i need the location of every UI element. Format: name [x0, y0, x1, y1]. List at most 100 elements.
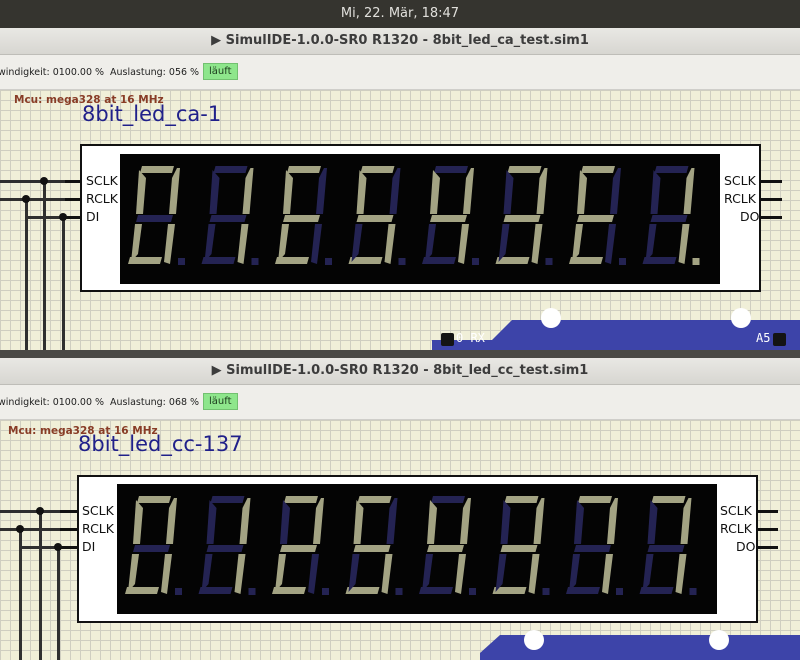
- segment-g: [353, 545, 391, 552]
- segment-a: [654, 166, 689, 173]
- pin-sclk-out: SCLK: [720, 503, 752, 518]
- window-title[interactable]: ▶ SimulIDE-1.0.0-SR0 R1320 - 8bit_led_cc…: [0, 358, 800, 385]
- segment-dp: [616, 588, 623, 595]
- simulide-window-ca: ▶ SimulIDE-1.0.0-SR0 R1320 - 8bit_led_ca…: [0, 28, 800, 350]
- arduino-pin-label-rx: 0 RX: [456, 331, 485, 345]
- wire: [62, 216, 65, 350]
- segment-g: [280, 545, 317, 552]
- digit-5: [422, 166, 479, 265]
- pin-line: [760, 216, 782, 219]
- segment-f: [577, 170, 587, 214]
- junction-dot: [40, 177, 48, 185]
- segment-f: [430, 170, 440, 214]
- component-name[interactable]: 8bit_led_ca-1: [82, 102, 221, 126]
- segment-a: [210, 496, 245, 503]
- wire: [19, 528, 22, 660]
- window-gap: [0, 350, 800, 358]
- mounting-hole: [541, 308, 561, 328]
- segment-b: [463, 168, 474, 214]
- segment-e: [131, 224, 142, 262]
- segment-a: [287, 166, 321, 173]
- pin-sclk-in: SCLK: [82, 503, 114, 518]
- segment-dp: [692, 258, 700, 265]
- pin-rclk-out: RCLK: [720, 521, 752, 536]
- segment-c: [458, 224, 469, 264]
- pin-line: [760, 198, 782, 201]
- segment-a: [434, 166, 468, 173]
- digit-5: [419, 496, 476, 595]
- segment-b: [166, 498, 177, 544]
- segment-f: [283, 170, 293, 214]
- status-bar: windigkeit: 0100.00 % Auslastung: 056 % …: [0, 55, 800, 90]
- segment-e: [572, 224, 583, 262]
- digit-4: [348, 166, 406, 265]
- pin-line: [60, 546, 78, 549]
- segment-f: [133, 500, 143, 544]
- segment-e: [425, 224, 436, 262]
- seven-segment-display: [117, 484, 717, 614]
- segment-c: [384, 224, 396, 264]
- segment-g: [500, 545, 538, 552]
- segment-g: [430, 215, 467, 222]
- segment-c: [531, 224, 543, 264]
- segment-f: [356, 170, 367, 214]
- segment-e: [351, 224, 363, 262]
- segment-f: [500, 500, 511, 544]
- pin-di: DI: [82, 539, 96, 554]
- segment-c: [381, 554, 393, 594]
- segment-e: [275, 554, 286, 592]
- run-status-badge: läuft: [203, 63, 238, 80]
- segment-g: [209, 215, 247, 222]
- mounting-hole: [731, 308, 751, 328]
- segment-b: [169, 168, 180, 214]
- segment-f: [136, 170, 146, 214]
- pin-sclk-in: SCLK: [86, 173, 118, 188]
- segment-f: [574, 500, 584, 544]
- segment-e: [498, 224, 510, 262]
- segment-f: [209, 170, 220, 214]
- segment-e: [569, 554, 580, 592]
- segment-c: [234, 554, 246, 594]
- top-panel-clock[interactable]: Mi, 22. Mär, 18:47: [0, 0, 800, 28]
- pin-line: [65, 216, 81, 219]
- digit-array: [128, 166, 700, 265]
- window-title[interactable]: ▶ SimulIDE-1.0.0-SR0 R1320 - 8bit_led_ca…: [0, 28, 800, 55]
- segment-f: [650, 170, 661, 214]
- junction-dot: [16, 525, 24, 533]
- segment-c: [675, 554, 687, 594]
- simulation-speed: windigkeit: 0100.00 %: [0, 397, 105, 408]
- segment-f: [647, 500, 658, 544]
- header-pin[interactable]: [773, 333, 786, 346]
- pin-line: [756, 528, 778, 531]
- segment-a: [140, 166, 174, 173]
- status-bar: windigkeit: 0100.00 % Auslastung: 068 % …: [0, 385, 800, 420]
- segment-a: [213, 166, 248, 173]
- digit-2: [201, 166, 259, 265]
- segment-c: [237, 224, 249, 264]
- segment-b: [389, 168, 401, 214]
- pin-line: [60, 510, 78, 513]
- cpu-load: Auslastung: 068 %: [110, 397, 200, 408]
- pin-sclk-out: SCLK: [724, 173, 756, 188]
- segment-e: [422, 554, 433, 592]
- wire: [0, 180, 70, 183]
- segment-a: [504, 496, 539, 503]
- segment-g: [133, 545, 170, 552]
- wire: [25, 198, 28, 350]
- segment-b: [460, 498, 471, 544]
- circuit-canvas[interactable]: Mcu: mega328 at 16 MHz 8bit_led_ca-1 0 R…: [0, 90, 800, 350]
- segment-g: [503, 215, 541, 222]
- segment-g: [650, 215, 688, 222]
- segment-e: [201, 554, 213, 592]
- pin-do: DO: [740, 209, 760, 224]
- segment-f: [280, 500, 290, 544]
- segment-dp: [619, 258, 626, 265]
- circuit-canvas[interactable]: Mcu: mega328 at 16 MHz 8bit_led_cc-137 S…: [0, 420, 800, 660]
- segment-e: [645, 224, 657, 262]
- component-name[interactable]: 8bit_led_cc-137: [78, 432, 243, 456]
- segment-dp: [248, 588, 256, 595]
- header-pin[interactable]: [441, 333, 454, 346]
- segment-g: [577, 215, 614, 222]
- segment-f: [503, 170, 514, 214]
- segment-b: [242, 168, 254, 214]
